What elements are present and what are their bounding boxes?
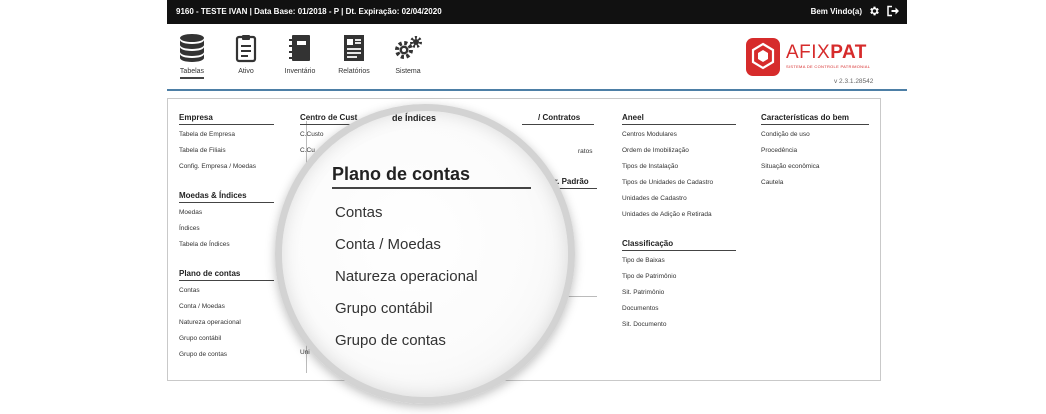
group-title: Plano de contas	[179, 269, 274, 281]
logout-icon[interactable]	[886, 5, 899, 17]
group-classificacao: Classificação Tipo de Baixas Tipo de Pat…	[622, 239, 736, 337]
menu-item[interactable]: Situação econômica	[761, 163, 869, 179]
menu-item[interactable]: Conta / Moedas	[179, 303, 274, 319]
session-info: 9160 - TESTE IVAN | Data Base: 01/2018 -…	[176, 7, 442, 16]
menu-item[interactable]: Unidades de Adição e Retirada	[622, 211, 736, 227]
menu-item[interactable]: Config. Empresa / Moedas	[179, 163, 274, 179]
menu-column-1: Empresa Tabela de Empresa Tabela de Fili…	[179, 113, 274, 379]
logo-subtitle: SISTEMA DE CONTROLE PATRIMONIAL	[786, 64, 871, 69]
menu-item[interactable]: Tabela de Filiais	[179, 147, 274, 163]
nav-tabelas[interactable]: Tabelas	[167, 32, 217, 79]
menu-column-5: Características do bem Condição de uso P…	[761, 113, 869, 207]
welcome-text: Bem Vindo(a)	[810, 6, 862, 16]
afixpat-logo: AFIXPAT SISTEMA DE CONTROLE PATRIMONIAL …	[746, 38, 896, 88]
menu-item[interactable]: Tipo de Baixas	[622, 257, 736, 273]
menu-item[interactable]: Sit. Documento	[622, 321, 736, 337]
nav-sistema[interactable]: Sistema	[383, 32, 433, 75]
header-divider	[167, 89, 907, 91]
menu-item[interactable]: Ordem de Imobilização	[622, 147, 736, 163]
nav-inventario[interactable]: Inventário	[275, 32, 325, 75]
nav-label: Sistema	[395, 68, 421, 75]
menu-item[interactable]: Contas	[179, 287, 274, 303]
group-plano-de-contas: Plano de contas Contas Conta / Moedas Na…	[179, 269, 274, 367]
nav-ativo[interactable]: Ativo	[221, 32, 271, 75]
magnified-item[interactable]: Grupo contábil	[335, 300, 433, 317]
report-icon	[344, 35, 364, 61]
menu-item[interactable]: Tabela de Empresa	[179, 131, 274, 147]
group-title: Empresa	[179, 113, 274, 125]
menu-item[interactable]: Tabela de Índices	[179, 241, 274, 257]
group-empresa: Empresa Tabela de Empresa Tabela de Fili…	[179, 113, 274, 179]
menu-item[interactable]: Grupo de contas	[179, 351, 274, 367]
group-title-contratos: / Contratos	[538, 113, 581, 122]
menu-item[interactable]: Sit. Patrimônio	[622, 289, 736, 305]
menu-item[interactable]: Grupo contábil	[179, 335, 274, 351]
group-caracteristicas-do-bem: Características do bem Condição de uso P…	[761, 113, 869, 195]
menu-item[interactable]: Moedas	[179, 209, 274, 225]
magnified-item[interactable]: Natureza operacional	[335, 268, 478, 285]
menu-item[interactable]: Condição de uso	[761, 131, 869, 147]
nav-label: Tabelas	[179, 68, 205, 79]
menu-item[interactable]: Uni	[300, 349, 310, 356]
magnified-item[interactable]: Conta / Moedas	[335, 236, 441, 253]
top-bar-actions: Bem Vindo(a)	[811, 5, 899, 17]
nav-label: Ativo	[238, 68, 254, 75]
menu-item[interactable]: Cautela	[761, 179, 869, 195]
gear-icon[interactable]	[868, 5, 880, 17]
magnified-fragment: de Índices	[392, 113, 437, 123]
nav-label: Inventário	[284, 68, 316, 75]
magnified-item[interactable]: Grupo de contas	[335, 332, 446, 349]
menu-item[interactable]: Centros Modulares	[622, 131, 736, 147]
nav-relatorios[interactable]: Relatórios	[329, 32, 379, 75]
group-title: Moedas & Índices	[179, 191, 274, 203]
magnifier-lens: de Índices Plano de contas Contas Conta …	[275, 104, 575, 404]
group-moedas-indices: Moedas & Índices Moedas Índices Tabela d…	[179, 191, 274, 257]
logo-name: AFIXPAT	[786, 42, 867, 63]
menu-item[interactable]: Tipos de Instalação	[622, 163, 736, 179]
menu-item[interactable]: Natureza operacional	[179, 319, 274, 335]
menu-item[interactable]: Procedência	[761, 147, 869, 163]
hexagon-logo-icon	[751, 42, 775, 70]
magnified-item[interactable]: Contas	[335, 204, 383, 221]
menu-item[interactable]: Documentos	[622, 305, 736, 321]
notebook-icon	[289, 35, 310, 61]
app-header: Tabelas Ativo Inventário Relatórios Sist…	[167, 24, 907, 90]
menu-item[interactable]: Índices	[179, 225, 274, 241]
menu-column-4: Aneel Centros Modulares Ordem de Imobili…	[622, 113, 736, 349]
group-aneel: Aneel Centros Modulares Ordem de Imobili…	[622, 113, 736, 227]
group-title: Aneel	[622, 113, 736, 125]
magnified-title: Plano de contas	[332, 164, 531, 189]
menu-item[interactable]: ratos	[578, 148, 592, 155]
group-title: Características do bem	[761, 113, 869, 125]
menu-item[interactable]: Unidades de Cadastro	[622, 195, 736, 211]
database-icon	[180, 34, 204, 62]
clipboard-icon	[235, 35, 257, 63]
menu-item[interactable]: Tipo de Patrimônio	[622, 273, 736, 289]
version-label: v 2.3.1.28542	[834, 78, 874, 85]
top-bar: 9160 - TESTE IVAN | Data Base: 01/2018 -…	[167, 0, 907, 24]
menu-item[interactable]: Tipos de Unidades de Cadastro	[622, 179, 736, 195]
nav-label: Relatórios	[338, 68, 370, 75]
title-underline	[522, 124, 594, 125]
logo-mark	[746, 38, 780, 76]
group-title: Classificação	[622, 239, 736, 251]
gears-icon	[395, 36, 422, 59]
